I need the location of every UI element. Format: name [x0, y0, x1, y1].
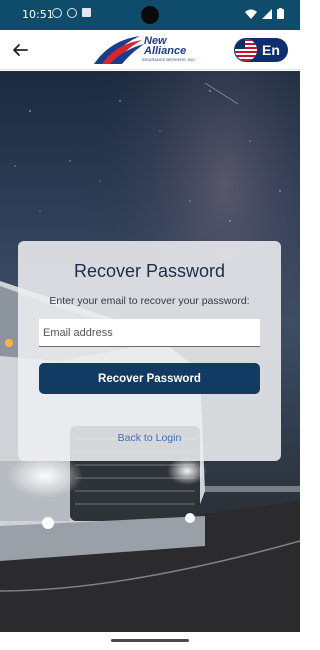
company-logo: New Alliance INSURANCE BROKERS, INC. — [92, 34, 202, 66]
shield-icon — [67, 8, 77, 18]
instruction-text: Enter your email to recover your passwor… — [49, 295, 250, 307]
back-button[interactable] — [8, 38, 32, 62]
back-arrow-icon — [13, 44, 28, 56]
page-title: Recover Password — [73, 261, 226, 281]
language-code: En — [262, 42, 280, 58]
logo-name: New Alliance — [144, 36, 187, 57]
status-time: 10:51 — [22, 8, 54, 21]
logo-tagline: INSURANCE BROKERS, INC. — [142, 58, 196, 62]
home-gesture-handle[interactable] — [111, 639, 189, 642]
recover-password-button[interactable]: Recover Password — [39, 363, 260, 394]
system-icons — [245, 8, 284, 19]
email-input[interactable] — [39, 319, 260, 347]
back-to-login-link[interactable]: Back to Login — [18, 432, 281, 444]
status-notification-icons — [52, 8, 91, 18]
logo-swoosh-icon — [94, 36, 144, 64]
status-bar: 10:51 — [0, 0, 300, 30]
signal-icon — [262, 8, 272, 19]
notification-icon — [82, 8, 91, 17]
language-selector[interactable]: En — [234, 38, 288, 62]
clock-icon — [52, 8, 62, 18]
system-nav-bar — [0, 632, 300, 650]
recover-password-card: Recover Password Enter your email to rec… — [18, 241, 281, 461]
logo-name-line2: Alliance — [144, 45, 187, 57]
wifi-icon — [245, 9, 257, 19]
us-flag-icon — [235, 39, 257, 61]
camera-cutout — [141, 6, 159, 24]
battery-icon — [277, 8, 284, 19]
